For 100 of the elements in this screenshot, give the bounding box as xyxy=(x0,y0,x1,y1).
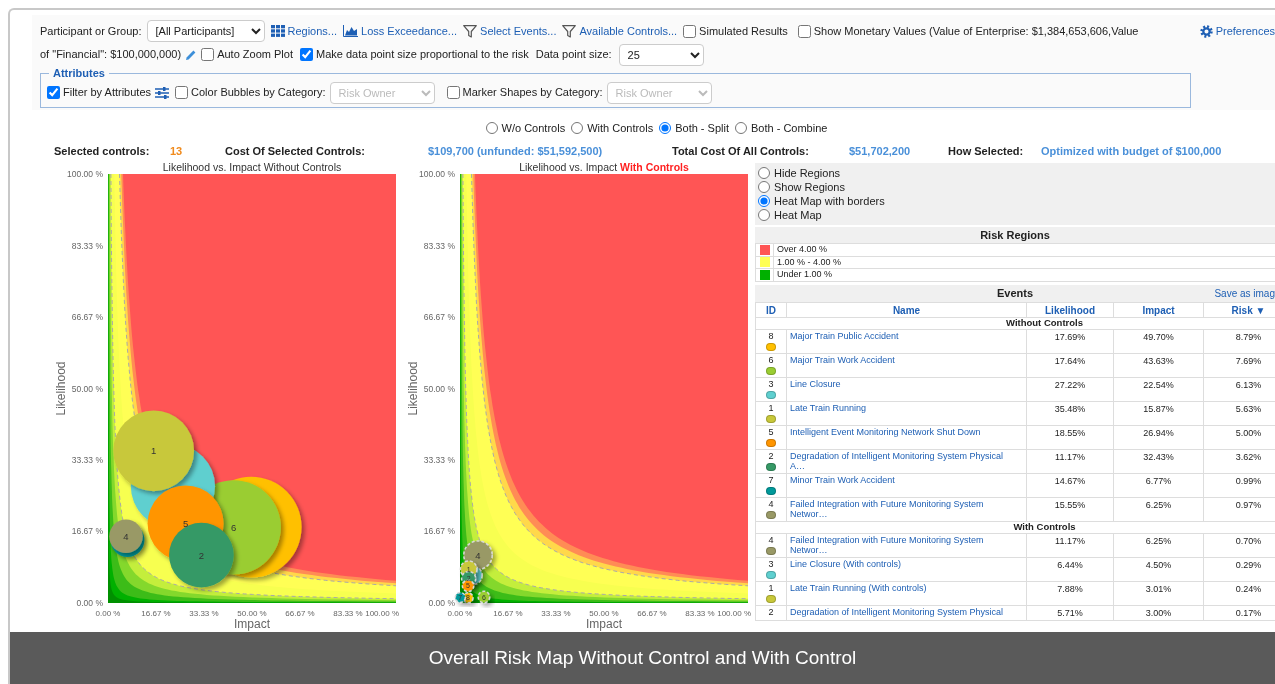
tick-label: 66.67 % xyxy=(285,609,315,618)
column-header[interactable]: ID xyxy=(756,302,787,318)
table-cell: 6.25% xyxy=(1145,499,1172,510)
event-link[interactable]: Minor Train Work Accident xyxy=(790,474,1012,485)
field-label: Participant or Group: xyxy=(40,23,142,39)
checkbox-label: Make data point size proportional to the risk xyxy=(315,47,529,63)
table-cell: 2 xyxy=(768,450,774,461)
radio-label: W/o Controls xyxy=(501,120,566,136)
tick-label: 100.00 % xyxy=(67,169,103,179)
table-cell: 7.69% xyxy=(1235,355,1262,366)
tick-label: 50.00 % xyxy=(423,383,455,394)
bubble-label: 5 xyxy=(182,517,189,529)
event-link[interactable]: Major Train Work Accident xyxy=(790,354,1012,365)
bubble-label: 4 xyxy=(475,549,481,561)
legend-label: Over 4.00 % xyxy=(776,243,828,256)
table-cell: 6.44% xyxy=(1057,559,1083,570)
link[interactable]: Save as imag xyxy=(1214,285,1275,301)
event-link[interactable]: Late Train Running xyxy=(790,402,1012,413)
checkbox[interactable] xyxy=(683,24,697,38)
checkbox[interactable] xyxy=(446,86,460,99)
dropdown[interactable]: [All Participants] xyxy=(146,20,265,42)
axis-title: Likelihood xyxy=(54,361,68,416)
toolbar-link[interactable]: Available Controls... xyxy=(562,22,678,40)
table-cell: 6.13% xyxy=(1235,379,1262,390)
event-link[interactable]: Line Closure xyxy=(790,378,1012,389)
table-cell: 18.55% xyxy=(1054,427,1086,438)
checkbox-label: Auto Zoom Plot xyxy=(217,47,293,63)
checkbox[interactable] xyxy=(797,24,811,38)
table-cell: 43.63% xyxy=(1143,355,1174,366)
radio-button[interactable] xyxy=(758,209,770,221)
checkbox[interactable] xyxy=(201,48,215,61)
event-link[interactable]: Major Train Public Accident xyxy=(790,330,1012,341)
table-cell: 5.63% xyxy=(1235,403,1262,414)
group-title: Attributes xyxy=(52,66,106,81)
event-link[interactable]: Failed Integration with Future Monitoring System Networ… xyxy=(790,498,1012,519)
tick-label: 83.33 % xyxy=(71,240,103,251)
tick-label: 16.67 % xyxy=(141,609,171,618)
tick-label: 0.00 % xyxy=(95,609,121,618)
table-cell: 4 xyxy=(768,498,774,509)
table-cell: 0.97% xyxy=(1235,499,1262,510)
radio-button[interactable] xyxy=(758,167,770,179)
event-link[interactable]: Line Closure (With controls) xyxy=(790,558,1012,569)
table-cell: 26.94% xyxy=(1143,427,1174,438)
event-link[interactable]: Intelligent Event Monitoring Network Shut Down xyxy=(790,426,1012,437)
column-header[interactable]: Impact xyxy=(1114,302,1204,318)
column-header[interactable]: Name xyxy=(787,302,1027,318)
group-label: With Controls xyxy=(1012,519,1076,534)
tick-label: 0.00 % xyxy=(76,598,103,608)
table-cell: 17.64% xyxy=(1054,355,1086,366)
toolbar-link[interactable]: Regions... xyxy=(270,22,338,40)
table-cell: 15.55% xyxy=(1054,499,1086,510)
table-cell: 7.88% xyxy=(1057,583,1083,594)
table-cell: 0.17% xyxy=(1235,607,1262,618)
radio-button[interactable] xyxy=(571,122,584,134)
table-cell: 49.70% xyxy=(1143,331,1174,342)
dropdown[interactable]: 25 xyxy=(618,43,704,66)
event-link[interactable]: Degradation of Intelligent Monitoring System Physical xyxy=(790,606,1012,617)
tick-label: 16.67 % xyxy=(423,526,455,537)
radio-button[interactable] xyxy=(758,181,770,193)
table-title: Events xyxy=(996,285,1034,301)
tick-label: 83.33 % xyxy=(333,609,363,618)
table-cell: 8 xyxy=(768,330,774,341)
toolbar-link[interactable]: Select Events... xyxy=(463,22,557,40)
checkbox[interactable] xyxy=(47,86,60,99)
settings-icon xyxy=(1199,24,1213,38)
toolbar-link[interactable]: Loss Exceedance... xyxy=(343,22,458,40)
checkbox[interactable] xyxy=(175,86,189,99)
event-link[interactable]: Failed Integration with Future Monitoring System Networ… xyxy=(790,534,1012,555)
checkbox[interactable] xyxy=(299,48,313,61)
event-link[interactable]: Late Train Running (With controls) xyxy=(790,582,1012,593)
radio-button[interactable] xyxy=(485,122,498,134)
event-link[interactable]: Degradation of Intelligent Monitoring System Physical A… xyxy=(790,450,1012,471)
tick-label: 100.00 % xyxy=(717,609,751,618)
tick-label: 100.00 % xyxy=(365,609,399,618)
table-cell: 2 xyxy=(768,606,774,617)
table-cell: 32.43% xyxy=(1143,451,1174,462)
table-cell: 1 xyxy=(768,402,774,413)
column-header[interactable]: Risk ▼ xyxy=(1204,302,1275,318)
tick-label: 83.33 % xyxy=(685,609,715,618)
column-header[interactable]: Likelihood xyxy=(1027,302,1114,318)
group-label: Without Controls xyxy=(1005,315,1083,330)
tick-label: 66.67 % xyxy=(423,312,455,322)
tick-label: 33.33 % xyxy=(541,609,571,618)
radio-button[interactable] xyxy=(659,122,672,134)
summary-label: Cost Of Selected Controls: xyxy=(225,143,366,159)
legend-label: 1.00 % - 4.00 % xyxy=(776,255,842,269)
tick-label: 0.00 % xyxy=(447,609,473,618)
bubble-label: 6 xyxy=(231,521,237,533)
table-cell: 3 xyxy=(768,378,774,389)
preferences-link[interactable]: Preferences xyxy=(1199,22,1275,40)
radio-button[interactable] xyxy=(758,195,770,207)
summary-label: Total Cost Of All Controls: xyxy=(672,143,810,159)
sliders-icon xyxy=(155,86,170,99)
table-cell: 11.17% xyxy=(1055,535,1085,546)
table-cell: 1 xyxy=(768,582,774,593)
table-title: Risk Regions xyxy=(980,227,1050,243)
table-cell: 35.48% xyxy=(1054,403,1086,414)
checkbox-label: Simulated Results xyxy=(699,23,788,39)
axis-title: Impact xyxy=(586,617,622,631)
radio-button[interactable] xyxy=(735,122,747,134)
